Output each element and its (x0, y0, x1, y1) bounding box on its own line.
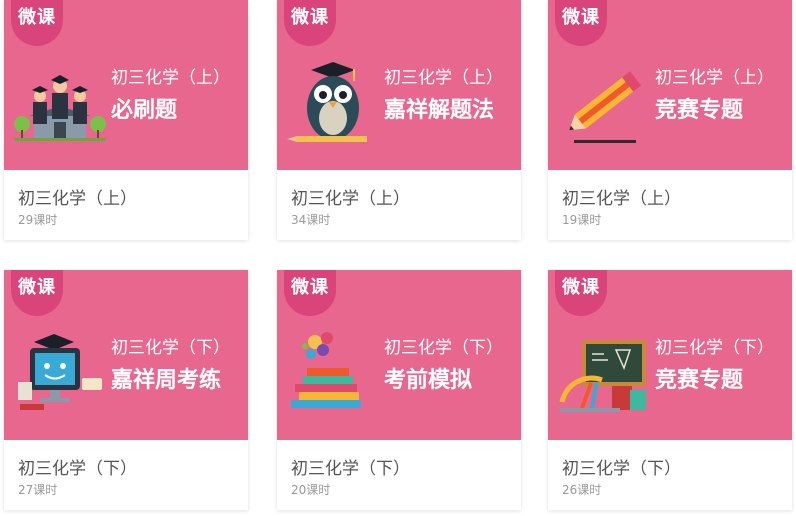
lesson-count: 26课时 (562, 483, 602, 497)
course-name[interactable]: 初三化学（上） (18, 184, 137, 209)
banner-title: 考前模拟 (384, 368, 473, 393)
course-card[interactable]: 微课 初三化学（下） 竞赛专题 初三化学（下） 26课时 (548, 270, 792, 510)
lesson-count: 29课时 (18, 213, 58, 227)
banner-subtitle: 初三化学（上） (111, 68, 230, 88)
banner-subtitle: 初三化学（上） (384, 68, 503, 88)
owl-pencil-icon (287, 62, 367, 142)
books-splash-icon (291, 332, 361, 408)
course-banner[interactable]: 微课 初三化学（下） 竞赛专题 (548, 270, 792, 440)
banner-subtitle: 初三化学（上） (655, 68, 774, 88)
course-name[interactable]: 初三化学（下） (18, 454, 137, 479)
course-name[interactable]: 初三化学（上） (291, 184, 410, 209)
graduates-school-icon (14, 75, 106, 141)
course-banner[interactable]: 微课 初三化学（上） 竞赛专题 (548, 0, 792, 170)
course-card[interactable]: 微课 初三化学（下） 考前模拟 初三化学（下） 20课时 (277, 270, 521, 510)
course-banner[interactable]: 微课 初三化学（下） 考前模拟 (277, 270, 521, 440)
banner-title: 竞赛专题 (655, 368, 744, 393)
course-banner[interactable]: 微课 初三化学（上） 嘉祥解题法 (277, 0, 521, 170)
lesson-count: 20课时 (291, 483, 331, 497)
course-name[interactable]: 初三化学（下） (562, 454, 681, 479)
micro-course-badge: 微课 (284, 270, 336, 316)
lesson-count: 19课时 (562, 213, 602, 227)
micro-course-badge: 微课 (555, 0, 607, 46)
micro-course-badge: 微课 (555, 270, 607, 316)
course-name[interactable]: 初三化学（上） (562, 184, 681, 209)
banner-title: 嘉祥周考练 (111, 368, 222, 393)
course-banner[interactable]: 微课 初三化学（下） 嘉祥周考练 (4, 270, 248, 440)
pencil-icon (569, 71, 642, 143)
course-name[interactable]: 初三化学（下） (291, 454, 410, 479)
lesson-count: 27课时 (18, 483, 58, 497)
course-card[interactable]: 微课 初三化学（上） 竞赛专题 初三化学（上） 19课时 (548, 0, 792, 240)
micro-course-badge: 微课 (284, 0, 336, 46)
banner-title: 竞赛专题 (655, 98, 744, 123)
banner-subtitle: 初三化学（下） (111, 338, 230, 358)
micro-course-badge: 微课 (11, 270, 63, 316)
banner-subtitle: 初三化学（下） (384, 338, 503, 358)
course-card[interactable]: 微课 初三化学（上） 必刷题 初三化学（上） 29课时 (4, 0, 248, 240)
course-banner[interactable]: 微课 初三化学（上） 必刷题 (4, 0, 248, 170)
micro-course-badge: 微课 (11, 0, 63, 46)
course-card[interactable]: 微课 初三化学（下） 嘉祥周考练 初三化学（下） 27课时 (4, 270, 248, 510)
lesson-count: 34课时 (291, 213, 331, 227)
blackboard-tools-icon (559, 340, 646, 413)
banner-title: 嘉祥解题法 (384, 98, 495, 123)
banner-subtitle: 初三化学（下） (655, 338, 774, 358)
banner-title: 必刷题 (111, 98, 178, 123)
computer-mascot-icon (18, 334, 102, 410)
course-card[interactable]: 微课 初三化学（上） 嘉祥解题法 初三化学（上） 34课时 (277, 0, 521, 240)
